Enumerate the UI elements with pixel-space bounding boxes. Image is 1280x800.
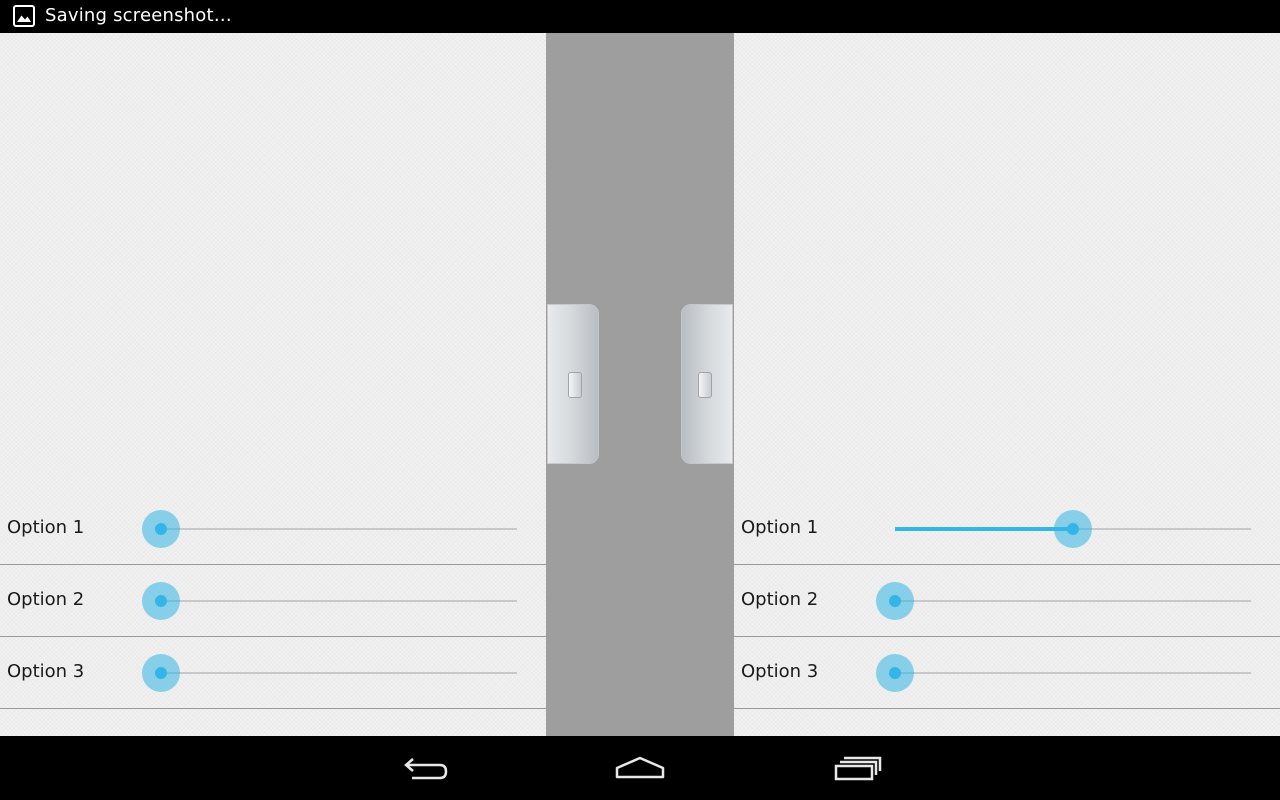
slider-track: [161, 672, 517, 674]
option-row: Option 3: [734, 637, 1280, 709]
slider-thumb[interactable]: [142, 582, 180, 620]
slider-fill: [895, 527, 1073, 531]
option-row: Option 2: [734, 565, 1280, 637]
option-1-slider[interactable]: [142, 493, 517, 565]
option-row: Option 3: [0, 637, 546, 709]
option-label: Option 1: [7, 517, 85, 538]
back-icon: [404, 758, 448, 780]
slider-thumb[interactable]: [876, 654, 914, 692]
back-button[interactable]: [384, 744, 464, 792]
slider-track: [895, 672, 1251, 674]
navigation-bar: [0, 736, 1280, 800]
option-label: Option 2: [741, 589, 819, 610]
slider-thumb[interactable]: [142, 510, 180, 548]
slider-track: [161, 528, 517, 530]
grip-icon: [698, 372, 712, 398]
option-label: Option 3: [741, 661, 819, 682]
recent-apps-button[interactable]: [818, 744, 898, 792]
home-button[interactable]: [600, 744, 680, 792]
slider-track: [895, 600, 1251, 602]
option-3-slider[interactable]: [876, 637, 1251, 709]
option-label: Option 1: [741, 517, 819, 538]
option-label: Option 2: [7, 589, 85, 610]
option-1-slider[interactable]: [895, 493, 1251, 565]
right-panel: Option 1 Option 2 Option 3: [734, 33, 1280, 736]
option-3-slider[interactable]: [142, 637, 517, 709]
screen: Saving screenshot… Option 1 Option 2 Opt…: [0, 0, 1280, 800]
status-bar: Saving screenshot…: [0, 0, 1280, 33]
home-icon: [615, 756, 665, 779]
slider-thumb[interactable]: [1054, 510, 1092, 548]
content-area: Option 1 Option 2 Option 3 Option 1 Opti…: [0, 33, 1280, 736]
option-row: Option 1: [0, 493, 546, 565]
option-2-slider[interactable]: [142, 565, 517, 637]
grip-icon: [568, 372, 582, 398]
option-label: Option 3: [7, 661, 85, 682]
recent-apps-icon: [834, 756, 882, 781]
left-panel: Option 1 Option 2 Option 3: [0, 33, 546, 736]
notification-text: Saving screenshot…: [45, 5, 232, 26]
image-icon: [13, 5, 35, 27]
option-2-slider[interactable]: [876, 565, 1251, 637]
right-drawer-handle[interactable]: [681, 304, 733, 464]
slider-thumb[interactable]: [876, 582, 914, 620]
option-row: Option 1: [734, 493, 1280, 565]
slider-track: [161, 600, 517, 602]
left-drawer-handle[interactable]: [547, 304, 599, 464]
option-row: Option 2: [0, 565, 546, 637]
slider-thumb[interactable]: [142, 654, 180, 692]
